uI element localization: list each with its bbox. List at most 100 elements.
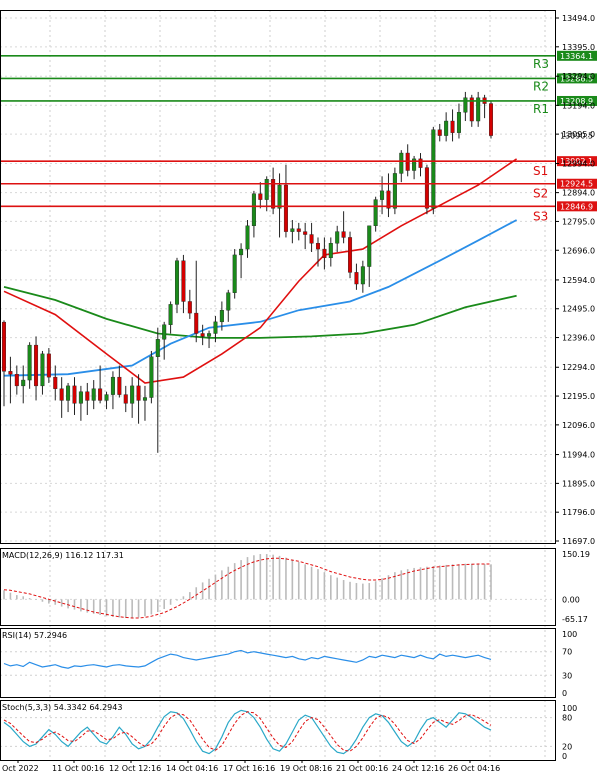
candle-body: [226, 292, 231, 311]
candle-body: [194, 312, 199, 334]
candle-body: [14, 374, 19, 387]
candle-body: [309, 234, 314, 244]
stoch-tick-label: 0: [562, 752, 567, 761]
candle-body: [328, 243, 333, 259]
y-tick-label: 12396.0: [562, 334, 595, 343]
candle-body: [283, 184, 288, 232]
x-tick-label: 26 Oct 04:16: [448, 764, 500, 773]
candle-body: [207, 333, 212, 337]
candle-body: [8, 371, 13, 375]
candle-body: [418, 158, 423, 168]
candle-body: [117, 376, 122, 395]
y-tick-label: 13095.0: [562, 130, 595, 139]
candle-body: [335, 231, 340, 244]
candle-body: [66, 385, 71, 401]
candle-body: [123, 394, 128, 404]
pivot-levels: R313364.1R213286.5R113208.9S113002.1S212…: [0, 50, 597, 223]
candle-body: [341, 231, 346, 238]
candle-body: [213, 321, 218, 334]
candle-body: [98, 388, 103, 401]
candle-body: [104, 394, 109, 401]
candle-body: [450, 120, 455, 133]
stoch-signal-line: [3, 711, 492, 752]
candle-body: [219, 310, 224, 323]
rsi-label: RSI(14) 57.2946: [2, 631, 67, 640]
candle-body: [175, 260, 180, 305]
chart-grid: [0, 10, 556, 760]
candle-body: [245, 225, 250, 250]
time-axis: Oct 2022 11 Oct 00:16 12 Oct 12:16 14 Oct 0…: [2, 760, 500, 773]
candle-body: [463, 97, 468, 113]
candle-body: [85, 391, 90, 401]
y-tick-label: 12294.0: [562, 363, 595, 372]
candle-body: [187, 301, 192, 314]
y-tick-label: 11895.0: [562, 479, 595, 488]
candle-body: [437, 129, 442, 136]
candle-body: [53, 376, 58, 389]
y-tick-label: 12894.0: [562, 189, 595, 198]
candle-body: [251, 193, 256, 227]
level-value-s2: 12924.5: [560, 180, 593, 189]
candle-body: [200, 333, 205, 337]
candle-body: [40, 353, 45, 387]
y-tick-label: 13395.0: [562, 43, 595, 52]
stoch-tick-label: 20: [562, 742, 572, 751]
level-value-s3: 12846.9: [560, 202, 593, 211]
rsi-tick-label: 30: [562, 671, 572, 680]
candle-body: [130, 385, 135, 404]
stoch-tick-label: 100: [562, 704, 577, 713]
candle-body: [431, 129, 436, 209]
stoch-label: Stoch(5,3,3) 54.3342 64.2943: [2, 703, 122, 712]
x-tick-label: Oct 2022: [2, 764, 39, 773]
level-name-s1: S1: [533, 164, 548, 178]
candle-body: [296, 228, 301, 232]
candle-body: [456, 112, 461, 133]
y-tick-label: 12795.0: [562, 217, 595, 226]
x-tick-label: 11 Oct 00:16: [52, 764, 104, 773]
candle-body: [181, 260, 186, 302]
candle-body: [315, 243, 320, 250]
stoch-main-line: [3, 709, 492, 755]
candle-body: [360, 266, 365, 285]
level-name-r1: R1: [533, 102, 549, 116]
candle-body: [46, 353, 51, 378]
candle-body: [136, 385, 141, 401]
candle-body: [444, 120, 449, 136]
macd-tick-label: 150.19: [562, 550, 590, 559]
level-name-r3: R3: [533, 57, 549, 71]
candle-body: [354, 272, 359, 285]
x-tick-label: 12 Oct 12:16: [109, 764, 161, 773]
candle-body: [168, 304, 173, 325]
x-tick-label: 19 Oct 08:16: [280, 764, 332, 773]
chart: R313364.1R213286.5R113208.9S113002.1S212…: [0, 10, 597, 773]
candle-body: [367, 225, 372, 267]
candle-body: [373, 199, 378, 227]
y-tick-label: 13294.0: [562, 72, 595, 81]
y-tick-label: 11796.0: [562, 508, 595, 517]
macd-panel: MACD(12,26,9) 116.12 117.31 150.19 0.00 -65…: [0, 550, 590, 624]
candle-body: [264, 179, 269, 200]
panel-frame: [0, 10, 556, 544]
candle-body: [232, 254, 237, 293]
x-tick-label: 21 Oct 00:16: [336, 764, 388, 773]
level-value-r3: 13364.1: [560, 52, 593, 61]
candle-body: [72, 385, 77, 404]
level-name-r2: R2: [533, 79, 549, 93]
y-tick-label: 12195.0: [562, 392, 595, 401]
candle-body: [290, 228, 295, 232]
candle-body: [91, 388, 96, 401]
y-tick-label: 13494.0: [562, 14, 595, 23]
candle-body: [59, 388, 64, 401]
y-tick-label: 12594.0: [562, 276, 595, 285]
stoch-tick-label: 80: [562, 714, 572, 723]
candle-body: [380, 190, 385, 200]
ma-mid-line: [3, 219, 518, 377]
macd-tick-label: 0.00: [562, 595, 580, 604]
y-tick-label: 11697.0: [562, 537, 595, 546]
candle-body: [34, 344, 39, 387]
x-tick-label: 24 Oct 12:16: [392, 764, 444, 773]
y-tick-label: 12096.0: [562, 421, 595, 430]
candle-body: [2, 321, 6, 372]
candlesticks: [2, 91, 494, 453]
macd-tick-label: -65.17: [562, 615, 588, 624]
